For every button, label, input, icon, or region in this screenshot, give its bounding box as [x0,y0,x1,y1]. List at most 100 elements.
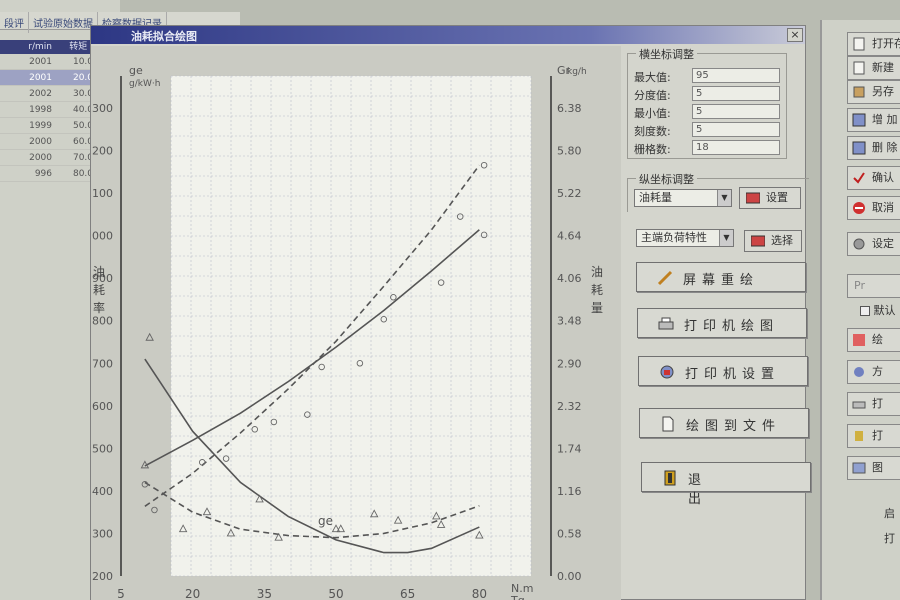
delete-label: 删 除 [872,141,898,154]
left-unit-top: ge [129,64,143,77]
rpm-cell: 2001 [29,73,52,83]
max-value-input[interactable] [692,68,780,83]
x-axis-group-title: 横坐标调整 [636,46,697,62]
save-as-label: 另存 [872,85,894,98]
select-button-label: 选择 [771,234,793,247]
background-right-panel: 打开存 新建 另存 增 加 删 除 确认 取消 设定 Pr 默认 绘 方 打 打… [820,20,900,600]
printer-icon [658,317,674,330]
left-tick-label: 1100 [91,187,113,200]
right-axis-title-char: 量 [591,301,603,315]
exit-label: 退 出 [688,473,762,507]
file-icon [662,416,674,432]
small-button-0[interactable]: 绘 [847,328,900,352]
small-button-1[interactable]: 方 [847,360,900,384]
add-icon [852,113,866,127]
rpm-cell: 1999 [29,121,52,131]
x-tick-label: 80 [472,587,487,600]
chart-icon [853,334,865,346]
delete-button[interactable]: 删 除 [847,136,900,160]
default-checkbox[interactable] [860,306,870,316]
page-icon [853,37,865,51]
chevron-down-icon[interactable]: ▼ [719,230,733,246]
gear-icon [853,238,865,250]
default-checkbox-label: 默认 [873,304,896,317]
left-tick-label: 600 [92,400,113,413]
small-button-2[interactable]: 打 [847,392,900,416]
exit-button[interactable]: 退 出 [641,462,811,507]
rpm-cell: 2000 [29,153,52,163]
select-icon [751,235,765,247]
curve-label: ge [318,514,333,528]
open-button[interactable]: 打开存 [847,32,900,56]
settings-button[interactable]: 设定 [847,232,900,256]
small-button-4[interactable]: 图 [847,456,900,480]
plot-to-file-label: 绘图到文件 [686,419,782,434]
new-button[interactable]: 新建 [847,56,900,80]
select-button[interactable]: 选择 [744,230,802,252]
print-plot-button[interactable]: 打印机绘图 [637,308,807,338]
tab-0[interactable]: 段评 [0,12,29,33]
y-quantity-select[interactable]: 油耗量 ▼ [634,189,732,207]
x-label: Tq [510,594,525,600]
page-icon [853,61,865,75]
right-tick-label: 6.38 [557,102,582,115]
set-button[interactable]: 设置 [739,187,801,209]
rpm-cell: 1998 [29,105,52,115]
division-value-label: 分度值: [634,89,671,102]
tool-icon [855,431,863,441]
curve-type-select[interactable]: 主端负荷特性 ▼ [636,229,734,247]
right-tick-label: 0.58 [557,527,582,540]
left-tick-label: 1200 [91,145,113,158]
rpm-cell: 2002 [29,89,52,99]
grid-count-row: 栅格数: [634,140,784,156]
y-axis-group-title: 纵坐标调整 [636,171,697,187]
right-tick-label: 1.74 [557,442,582,455]
x-tick-label: 20 [185,587,200,600]
tick-count-input[interactable] [692,122,780,137]
redraw-button[interactable]: 屏幕重绘 [636,262,806,292]
max-value-label: 最大值: [634,71,671,84]
printer-setup-icon [660,365,674,379]
image-icon [852,462,866,474]
curve-type-value: 主端负荷特性 [641,231,707,244]
title-bar[interactable]: 油耗拟合绘图 × [91,26,805,44]
print-plot-label: 打印机绘图 [684,319,780,334]
grid-count-input[interactable] [692,140,780,155]
confirm-button[interactable]: 确认 [847,166,900,190]
left-tick-label: 500 [92,442,113,455]
small-button-label-2: 打 [872,397,883,410]
cancel-button[interactable]: 取消 [847,196,900,220]
tail-label-0: 启 [884,507,895,520]
chevron-down-icon[interactable]: ▼ [717,190,731,206]
tab-1[interactable]: 试验原始数据 [29,12,98,33]
settings-icon [854,367,864,377]
save-as-button[interactable]: 另存 [847,80,900,104]
left-axis-title-char: 率 [93,300,105,315]
no-entry-icon [853,202,865,214]
min-value-label: 最小值: [634,107,671,120]
cancel-label: 取消 [872,201,894,214]
division-value-input[interactable] [692,86,780,101]
right-unit: kg/h [567,67,587,77]
add-button[interactable]: 增 加 [847,108,900,132]
x-tick-label: 50 [328,587,343,600]
left-tick-label: 1300 [91,102,113,115]
division-value-row: 分度值: [634,86,784,102]
right-axis-title-char: 耗 [591,283,603,297]
small-button-3[interactable]: 打 [847,424,900,448]
left-tick-label: 300 [92,527,113,540]
right-tick-label: 5.22 [557,187,582,200]
exit-door-icon [664,470,676,486]
min-value-input[interactable] [692,104,780,119]
close-button[interactable]: × [787,28,803,42]
printer-setup-button[interactable]: 打印机设置 [638,356,808,386]
right-tick-label: 3.48 [557,315,582,328]
plot-to-file-button[interactable]: 绘图到文件 [639,408,809,438]
left-axis-title-char: 油 [93,265,105,279]
right-tick-label: 4.06 [557,272,582,285]
set-button-label: 设置 [766,191,788,204]
data-point-triangle [145,332,154,341]
default-checkbox-row[interactable]: 默认 [860,302,896,318]
right-combo[interactable]: Pr [847,274,900,298]
right-tick-label: 2.32 [557,400,582,413]
